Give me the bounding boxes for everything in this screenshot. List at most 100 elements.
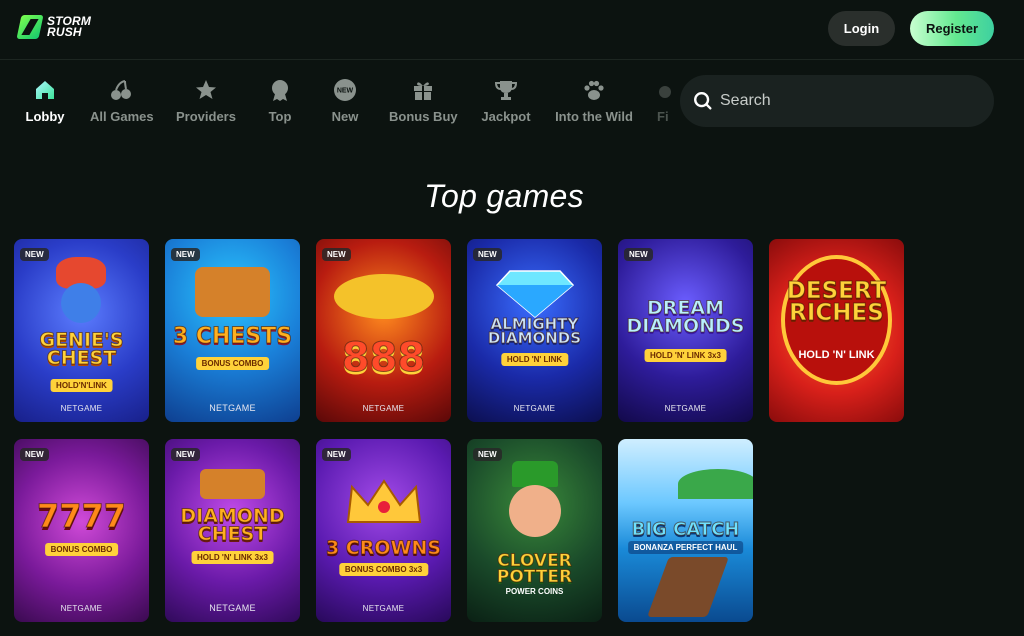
game-provider: NETGAME — [209, 603, 256, 613]
island-shape — [678, 469, 753, 499]
new-badge: NEW — [171, 448, 200, 461]
fruit-icon — [659, 86, 671, 98]
game-provider: NETGAME — [362, 404, 405, 413]
chest-shape — [195, 267, 270, 317]
game-tile-888[interactable]: NEW 888 NETGAME — [316, 239, 451, 422]
chest-shape — [200, 469, 265, 499]
new-badge: NEW — [20, 448, 49, 461]
nav-label: New — [331, 109, 359, 124]
new-badge: NEW — [322, 248, 351, 261]
game-title: ALMIGHTY DIAMONDS — [487, 315, 582, 348]
new-icon: NEW — [334, 79, 356, 101]
nav-item-fi[interactable]: Fi — [657, 78, 680, 128]
search-bar[interactable] — [680, 75, 994, 127]
logo-line-2: RUSH — [47, 25, 82, 39]
nav-item-jackpot[interactable]: Jackpot — [481, 78, 531, 128]
game-title: 3 CROWNS — [325, 537, 442, 559]
category-nav: Lobby All Games Providers Top NEW New Bo… — [0, 60, 680, 140]
lightning-logo-icon — [16, 15, 44, 39]
game-title: DREAM DIAMONDS — [626, 297, 745, 338]
game-subtitle: BONANZA PERFECT HAUL — [627, 541, 744, 554]
game-tile-genies-chest[interactable]: NEW GENIE'S CHEST HOLD'N'LINK NETGAME — [14, 239, 149, 422]
game-subtitle: POWER COINS — [505, 587, 564, 596]
nav-label: Bonus Buy — [389, 109, 458, 124]
svg-text:NEW: NEW — [337, 88, 354, 95]
game-provider: NETGAME — [60, 604, 103, 613]
game-title: DESERT RICHES — [786, 278, 887, 326]
nav-label: All Games — [90, 109, 154, 124]
nav-label: Jackpot — [481, 109, 531, 124]
register-button[interactable]: Register — [910, 11, 994, 46]
game-tile-3-chests[interactable]: NEW 3 CHESTS BONUS COMBO NETGAME — [165, 239, 300, 422]
nav-item-top[interactable]: Top — [266, 78, 294, 128]
section-title: Top games — [424, 178, 584, 214]
game-title: CLOVER POTTER — [496, 551, 573, 588]
game-subtitle: BONUS COMBO 3x3 — [338, 563, 429, 576]
logo-text: STORM RUSH — [47, 15, 91, 39]
game-tile-diamond-chest[interactable]: NEW DIAMOND CHEST HOLD 'N' LINK 3x3 NETG… — [165, 439, 300, 622]
nav-item-new[interactable]: NEW New — [330, 78, 360, 128]
genie-face-shape — [61, 283, 101, 323]
game-title: 3 CHESTS — [172, 324, 293, 349]
gold-coins-shape — [334, 274, 434, 319]
logo[interactable]: STORM RUSH — [16, 15, 91, 39]
game-provider: NETGAME — [209, 403, 256, 413]
game-tile-3-crowns[interactable]: NEW 3 CROWNS BONUS COMBO 3x3 NETGAME — [316, 439, 451, 622]
game-tile-dream-diamonds[interactable]: NEW DREAM DIAMONDS HOLD 'N' LINK 3x3 NET… — [618, 239, 753, 422]
game-subtitle: BONUS COMBO — [44, 543, 119, 556]
new-badge: NEW — [473, 248, 502, 261]
game-provider: NETGAME — [664, 404, 707, 413]
cherries-icon — [111, 80, 131, 100]
nav-label: Top — [268, 109, 292, 124]
nav-item-providers[interactable]: Providers — [176, 78, 236, 128]
game-tile-7777[interactable]: NEW 7777 BONUS COMBO NETGAME — [14, 439, 149, 622]
header: STORM RUSH Login Register — [0, 0, 1024, 60]
login-button[interactable]: Login — [828, 11, 895, 46]
nav-item-all-games[interactable]: All Games — [90, 78, 154, 128]
trophy-icon — [494, 81, 518, 100]
pier-shape — [647, 557, 729, 617]
hat-shape — [512, 461, 558, 487]
game-subtitle: HOLD 'N' LINK — [500, 353, 569, 366]
new-badge: NEW — [473, 448, 502, 461]
game-tile-desert-riches[interactable]: DESERT RICHES HOLD 'N' LINK — [769, 239, 904, 422]
new-badge: NEW — [171, 248, 200, 261]
gift-icon — [414, 82, 432, 100]
nav-item-into-the-wild[interactable]: Into the Wild — [555, 78, 633, 128]
nav-label: Into the Wild — [555, 109, 633, 124]
nav-label: Lobby — [25, 109, 65, 124]
award-badge-icon — [272, 80, 288, 101]
nav-item-lobby[interactable]: Lobby — [24, 78, 66, 128]
search-input[interactable] — [720, 87, 980, 115]
star-icon — [196, 80, 216, 99]
game-title: GENIE'S CHEST — [39, 329, 124, 370]
game-subtitle: HOLD'N'LINK — [50, 379, 113, 392]
game-title: 888 — [341, 335, 426, 381]
game-subtitle: HOLD 'N' LINK — [798, 349, 875, 361]
diamond-icon — [495, 270, 575, 318]
new-badge: NEW — [624, 248, 653, 261]
home-icon — [36, 81, 54, 99]
nav-label: Providers — [176, 109, 236, 124]
game-tile-clover-potter[interactable]: NEW CLOVER POTTER POWER COINS — [467, 439, 602, 622]
game-title: DIAMOND CHEST — [180, 505, 285, 546]
paw-icon — [584, 80, 604, 100]
leprechaun-face-shape — [509, 485, 561, 537]
game-tile-big-catch[interactable]: BIG CATCH BONANZA PERFECT HAUL — [618, 439, 753, 622]
search-icon — [694, 92, 712, 110]
games-grid: NEW GENIE'S CHEST HOLD'N'LINK NETGAME NE… — [14, 239, 914, 623]
game-subtitle: HOLD 'N' LINK 3x3 — [644, 349, 727, 362]
game-provider: NETGAME — [60, 404, 103, 413]
game-provider: NETGAME — [362, 604, 405, 613]
game-provider: NETGAME — [513, 404, 556, 413]
new-badge: NEW — [20, 248, 49, 261]
new-badge: NEW — [322, 448, 351, 461]
game-title: BIG CATCH — [631, 519, 740, 540]
game-title: 7777 — [36, 497, 127, 535]
nav-item-bonus-buy[interactable]: Bonus Buy — [389, 78, 458, 128]
game-subtitle: HOLD 'N' LINK 3x3 — [191, 551, 274, 564]
game-tile-almighty-diamonds[interactable]: NEW ALMIGHTY DIAMONDS HOLD 'N' LINK NETG… — [467, 239, 602, 422]
nav-label: Fi — [657, 109, 669, 124]
game-subtitle: BONUS COMBO — [195, 357, 270, 370]
crown-icon — [346, 479, 422, 523]
